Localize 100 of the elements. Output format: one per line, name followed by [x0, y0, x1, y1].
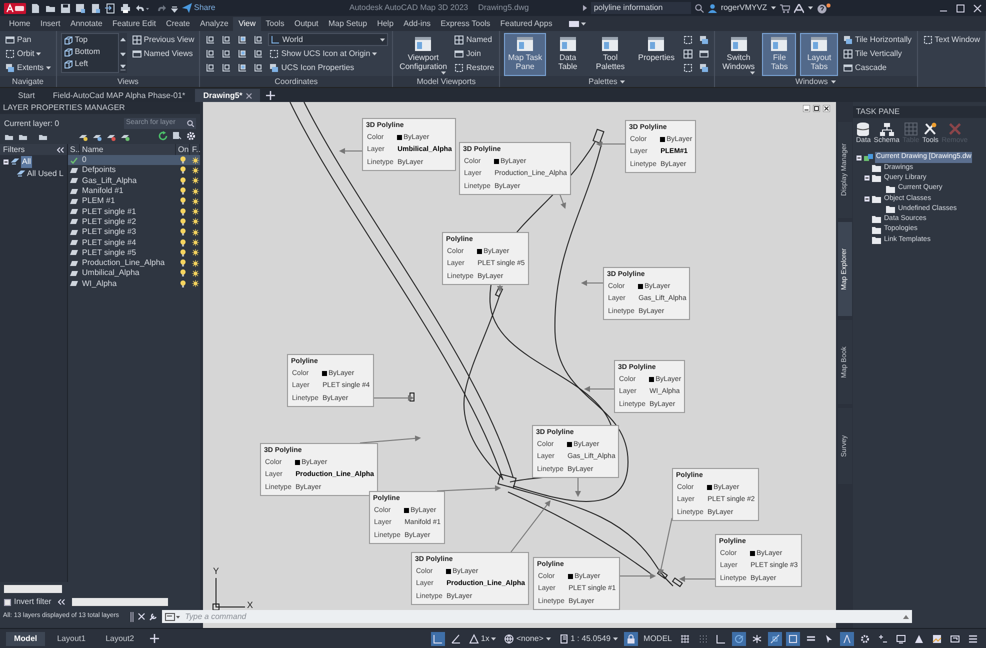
- status-button[interactable]: [840, 632, 854, 646]
- filter-item[interactable]: All Used L: [27, 168, 64, 180]
- sun-icon[interactable]: [192, 198, 198, 205]
- collapse-box-icon[interactable]: [864, 175, 870, 182]
- layer-row[interactable]: WI_Alpha: [68, 278, 200, 289]
- wrench-icon[interactable]: [149, 612, 158, 621]
- restore-icon[interactable]: [813, 105, 820, 112]
- file-tab[interactable]: Field-AutoCad MAP Alpha Phase-01*: [44, 89, 194, 102]
- save-as-icon[interactable]: [75, 2, 86, 14]
- ribbon-button[interactable]: Tile Vertically: [842, 47, 913, 60]
- status-button[interactable]: [786, 632, 800, 646]
- layer-row[interactable]: Defpoints: [68, 165, 200, 176]
- lightbulb-icon[interactable]: [180, 218, 186, 226]
- ribbon-button[interactable]: Pan: [4, 33, 52, 46]
- search-icon[interactable]: [694, 4, 704, 12]
- sun-icon[interactable]: [192, 177, 198, 184]
- save-icon[interactable]: [60, 2, 71, 14]
- layout-tab[interactable]: Layout1: [49, 632, 94, 646]
- ucs-dropdown[interactable]: World: [268, 33, 388, 46]
- lightbulb-icon[interactable]: [180, 166, 186, 174]
- ribbon-tab[interactable]: Add-ins: [398, 17, 436, 31]
- tool-button[interactable]: [204, 48, 216, 60]
- status-button[interactable]: <none>: [502, 632, 552, 646]
- collapse-box-icon[interactable]: [3, 158, 9, 164]
- lightbulb-icon[interactable]: [180, 187, 186, 196]
- ribbon-tab[interactable]: View: [233, 17, 261, 31]
- sun-icon[interactable]: [192, 208, 198, 216]
- status-button[interactable]: 1 : 45.0549: [556, 632, 620, 646]
- tool-button[interactable]: [220, 62, 232, 74]
- ribbon-tab[interactable]: Feature Edit: [107, 17, 161, 31]
- list-item[interactable]: Bottom: [62, 46, 118, 58]
- ribbon-tab[interactable]: Create: [160, 17, 195, 31]
- ribbon-tab[interactable]: Map Setup: [323, 17, 372, 31]
- tool-button[interactable]: [204, 34, 216, 46]
- layout-tab[interactable]: Model: [6, 632, 46, 646]
- tool-button[interactable]: [682, 34, 694, 46]
- ribbon-large-button[interactable]: Switch Windows: [718, 33, 758, 76]
- ribbon-large-button[interactable]: Map Task Pane: [504, 33, 546, 76]
- lightbulb-icon[interactable]: [180, 228, 186, 236]
- layer-row[interactable]: Manifold #1: [68, 186, 200, 196]
- maximize-icon[interactable]: [956, 4, 965, 12]
- tool-button[interactable]: [220, 34, 232, 46]
- status-button[interactable]: 1x: [466, 632, 498, 646]
- close-icon[interactable]: [823, 105, 830, 112]
- ribbon-button[interactable]: Previous View: [130, 33, 196, 46]
- ribbon-button[interactable]: UCS Icon Properties: [268, 61, 388, 74]
- sun-icon[interactable]: [192, 249, 198, 256]
- lightbulb-icon[interactable]: [180, 197, 186, 206]
- ribbon-tab[interactable]: Insert: [35, 17, 66, 31]
- lightbulb-icon[interactable]: [180, 176, 186, 185]
- lightbulb-icon[interactable]: [180, 280, 186, 288]
- sun-icon[interactable]: [192, 280, 198, 288]
- ribbon-button[interactable]: Named: [453, 33, 496, 46]
- layer-row[interactable]: Umbilical_Alpha: [68, 268, 200, 279]
- ribbon-large-button[interactable]: Viewport Configuration: [397, 33, 450, 76]
- new-file-icon[interactable]: [30, 2, 41, 14]
- collapse-icon[interactable]: [57, 146, 64, 152]
- search-field[interactable]: polyline information: [590, 2, 691, 14]
- lightbulb-icon[interactable]: [180, 156, 186, 164]
- tool-button[interactable]: [236, 62, 248, 74]
- ribbon-button[interactable]: Join: [453, 47, 496, 60]
- status-button[interactable]: MODEL: [642, 632, 674, 646]
- collapse-icon[interactable]: [58, 599, 66, 605]
- layer-row[interactable]: PLET single #3: [68, 227, 200, 238]
- ribbon-tab[interactable]: Help: [372, 17, 399, 31]
- layout-tab[interactable]: Layout2: [98, 632, 142, 646]
- lightbulb-icon[interactable]: [180, 259, 186, 268]
- ribbon-button[interactable]: Restore: [453, 61, 496, 74]
- print-icon[interactable]: [120, 2, 131, 14]
- plus-icon[interactable]: [266, 91, 276, 100]
- ribbon-tab[interactable]: Analyze: [194, 17, 234, 31]
- tool-button[interactable]: [236, 48, 248, 60]
- sun-icon[interactable]: [192, 228, 198, 236]
- user-name[interactable]: rogerVMYVZ: [720, 2, 768, 14]
- filter-item[interactable]: All: [21, 156, 32, 168]
- tool-button[interactable]: [682, 48, 694, 60]
- sun-icon[interactable]: [192, 270, 198, 277]
- sun-icon[interactable]: [192, 166, 198, 174]
- ribbon-large-button[interactable]: Data Table: [550, 33, 586, 76]
- list-item[interactable]: Left: [62, 58, 118, 70]
- lightbulb-icon[interactable]: [180, 269, 186, 278]
- sun-icon[interactable]: [192, 188, 198, 195]
- document-icon[interactable]: [90, 2, 101, 14]
- import-icon[interactable]: [105, 2, 116, 14]
- tool-button[interactable]: [698, 34, 710, 46]
- lightbulb-icon[interactable]: [180, 238, 186, 247]
- ribbon-button[interactable]: Named Views: [130, 47, 196, 60]
- layer-row[interactable]: PLET single #4: [68, 237, 200, 248]
- cart-icon[interactable]: [780, 4, 790, 12]
- undo-icon[interactable]: [135, 2, 149, 14]
- ribbon-tab[interactable]: Annotate: [65, 17, 108, 31]
- layer-settings-icon[interactable]: [172, 131, 182, 141]
- history-icon[interactable]: [903, 614, 909, 618]
- lightbulb-icon[interactable]: [180, 208, 186, 216]
- layer-row[interactable]: PLET single #5: [68, 248, 200, 258]
- ribbon-tab[interactable]: Tools: [260, 17, 290, 31]
- tool-button[interactable]: [698, 62, 710, 74]
- status-button[interactable]: [430, 632, 445, 646]
- ribbon-tab[interactable]: Home: [4, 17, 36, 31]
- checkbox[interactable]: [4, 598, 11, 606]
